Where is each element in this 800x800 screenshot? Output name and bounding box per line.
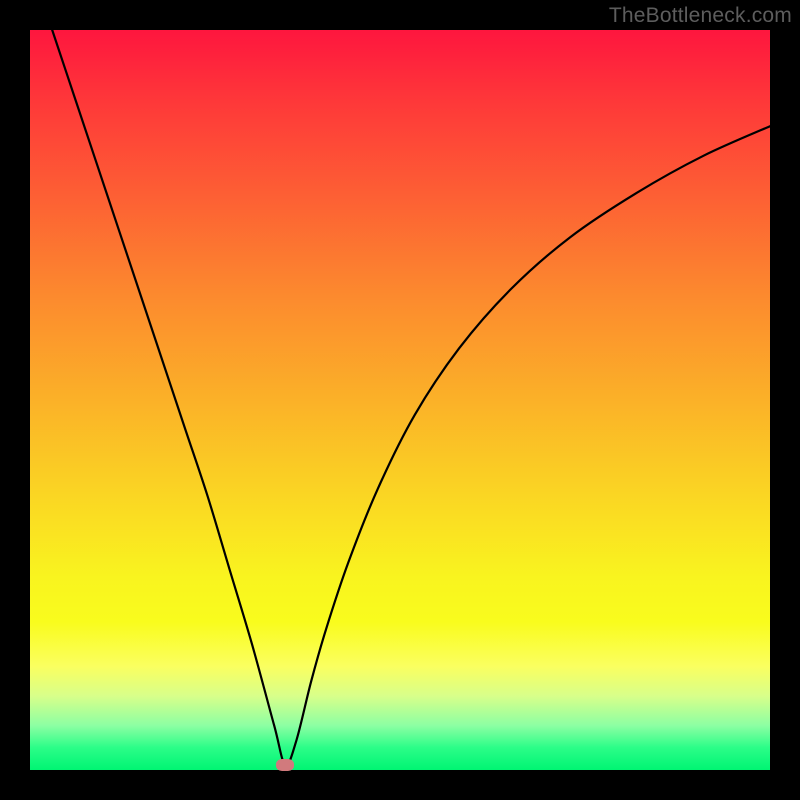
watermark-text: TheBottleneck.com <box>609 4 792 28</box>
plot-area <box>30 30 770 770</box>
minimum-marker <box>276 759 294 771</box>
bottleneck-curve <box>30 30 770 770</box>
chart-frame: TheBottleneck.com <box>0 0 800 800</box>
